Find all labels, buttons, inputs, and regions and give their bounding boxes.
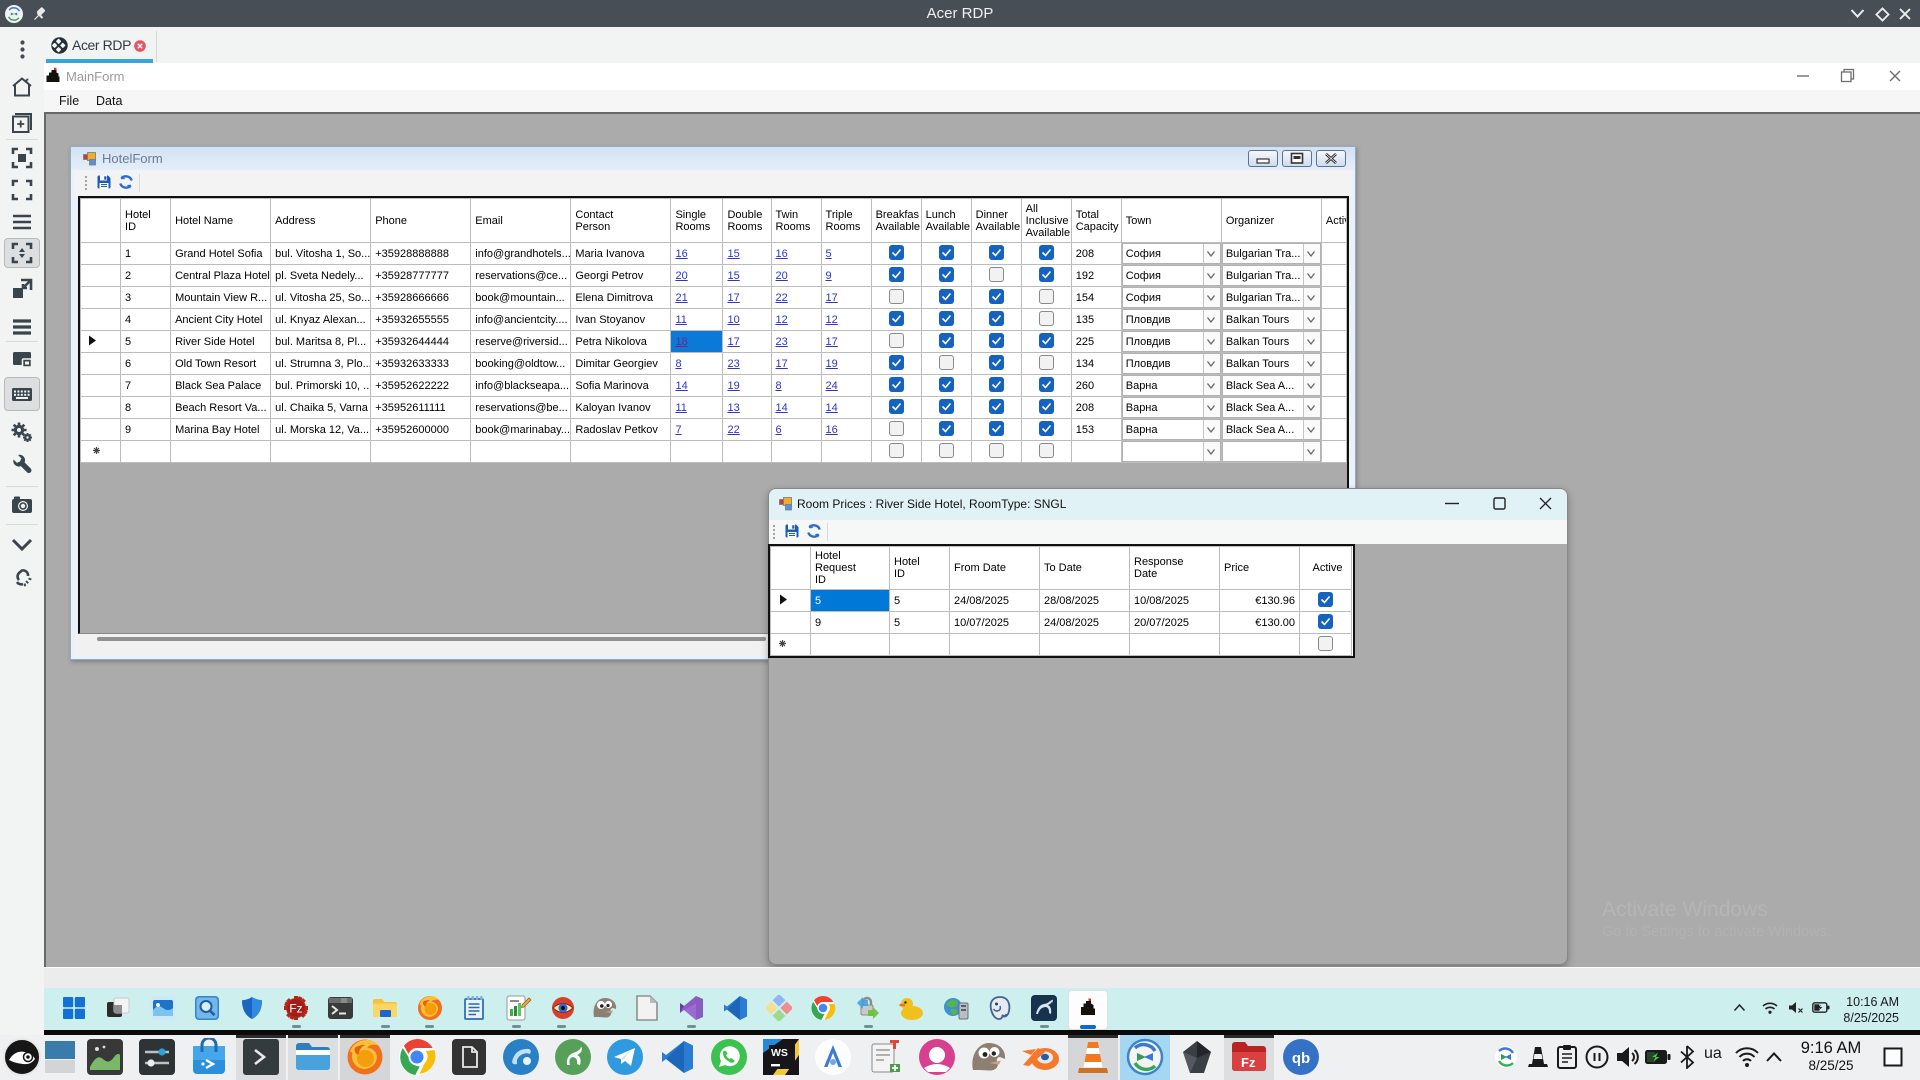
svg-text:Fz: Fz bbox=[1241, 1055, 1256, 1070]
svg-text:Fz: Fz bbox=[289, 1002, 302, 1016]
svg-text:WS: WS bbox=[771, 1047, 788, 1059]
svg-text:qb: qb bbox=[1292, 1050, 1310, 1067]
